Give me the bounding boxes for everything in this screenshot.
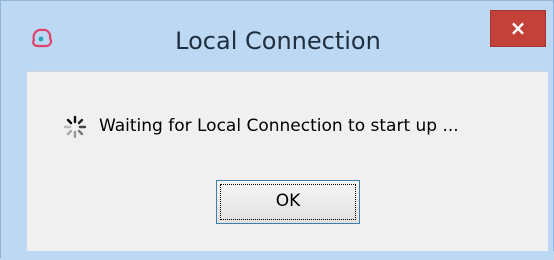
ok-button-label: OK — [275, 191, 301, 211]
close-icon: × — [509, 16, 527, 40]
close-button[interactable]: × — [490, 10, 546, 47]
ok-button[interactable]: OK — [216, 180, 360, 224]
loading-spinner-icon — [63, 115, 87, 139]
app-logo-icon — [32, 28, 53, 48]
dialog-window: Local Connection × Waiting for Local Con… — [0, 0, 554, 260]
window-title: Local Connection — [175, 27, 381, 55]
status-message: Waiting for Local Connection to start up… — [99, 116, 459, 136]
dialog-content: Waiting for Local Connection to start up… — [27, 71, 548, 251]
title-bar[interactable]: Local Connection × — [1, 1, 554, 71]
